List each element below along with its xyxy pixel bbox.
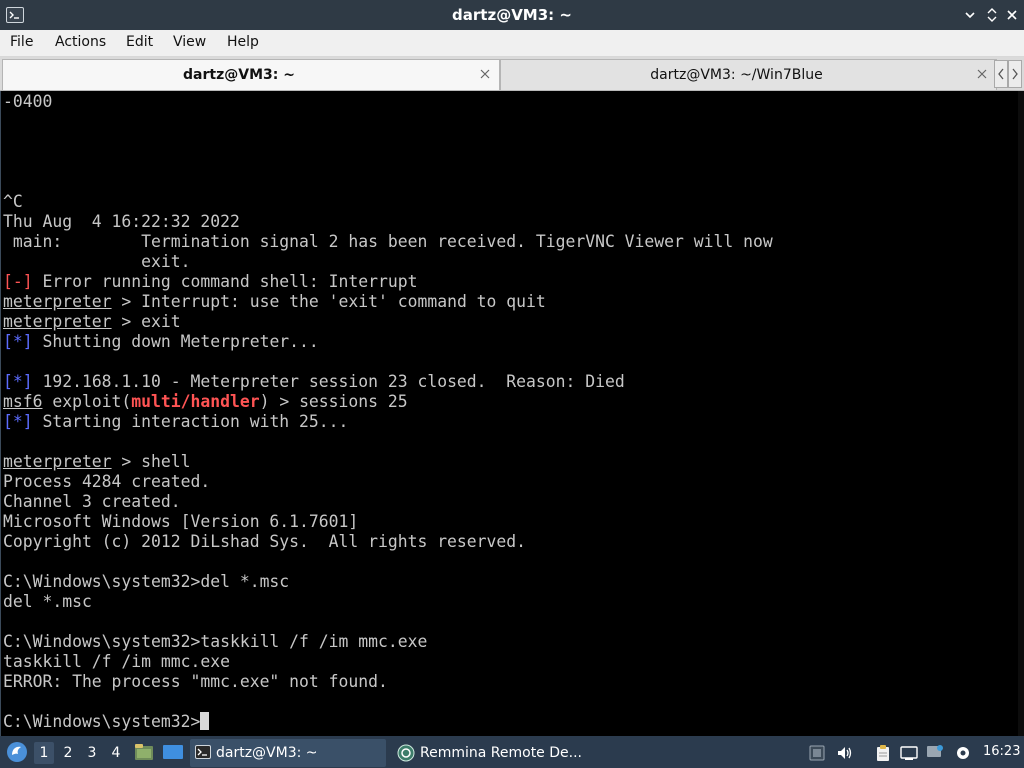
- terminal-line: taskkill /f /im mmc.exe: [3, 652, 230, 671]
- terminal-line: Copyright (c) 2012 DiLshad Sys. All righ…: [3, 532, 527, 551]
- menu-help[interactable]: Help: [227, 34, 259, 50]
- window-title: dartz@VM3: ~: [452, 6, 572, 24]
- tab-win7blue[interactable]: dartz@VM3: ~/Win7Blue: [500, 59, 997, 90]
- task-label: dartz@VM3: ~: [216, 745, 318, 761]
- meterpreter-prompt: meterpreter: [3, 312, 112, 331]
- terminal-line: ^C: [3, 192, 23, 211]
- terminal-line: [-] Error running command shell: Interru…: [3, 272, 417, 292]
- text-cursor: [200, 712, 210, 730]
- start-menu-icon[interactable]: [6, 741, 28, 763]
- line-text: > shell: [111, 452, 191, 471]
- menu-actions[interactable]: Actions: [55, 34, 106, 50]
- terminal-line: msf6 exploit(multi/handler) > sessions 2…: [3, 392, 408, 412]
- line-text: exploit(: [42, 392, 132, 411]
- tab-home[interactable]: dartz@VM3: ~: [2, 59, 500, 90]
- module-name: multi/handler: [131, 392, 260, 411]
- terminal-line: Thu Aug 4 16:22:32 2022: [3, 212, 240, 231]
- line-text: Error running command shell: Interrupt: [32, 272, 418, 291]
- menu-bar: File Actions Edit View Help: [0, 30, 1024, 57]
- terminal-scrollbar[interactable]: [1018, 91, 1024, 736]
- power-manager-icon[interactable]: [954, 744, 972, 762]
- close-tab-icon[interactable]: [479, 68, 491, 80]
- close-window-icon[interactable]: [1004, 7, 1020, 23]
- line-text: ) > sessions 25: [259, 392, 408, 411]
- show-desktop-icon[interactable]: [162, 744, 184, 760]
- network-icon[interactable]: [900, 744, 918, 762]
- tray-app-icon[interactable]: [808, 744, 826, 762]
- terminal-line: Channel 3 created.: [3, 492, 181, 511]
- tab-scroll-left-button[interactable]: [994, 60, 1008, 88]
- taskbar: 1 2 3 4 dartz@VM3: ~ Remmina Remote De..…: [0, 736, 1024, 768]
- line-text: 192.168.1.10 - Meterpreter session 23 cl…: [32, 372, 625, 391]
- terminal-line: Microsoft Windows [Version 6.1.7601]: [3, 512, 359, 531]
- terminal-line: meterpreter > exit: [3, 312, 181, 332]
- terminal-line: [*] Shutting down Meterpreter...: [3, 332, 319, 352]
- window-titlebar[interactable]: dartz@VM3: ~: [0, 0, 1024, 30]
- meterpreter-prompt: meterpreter: [3, 292, 112, 311]
- terminal-line: exit.: [3, 252, 191, 271]
- task-remmina[interactable]: Remmina Remote De...: [394, 739, 584, 767]
- terminal-line: [*] 192.168.1.10 - Meterpreter session 2…: [3, 372, 625, 392]
- workspace-2[interactable]: 2: [58, 742, 78, 764]
- tab-bar: dartz@VM3: ~ dartz@VM3: ~/Win7Blue: [0, 57, 1024, 91]
- volume-icon[interactable]: [836, 744, 854, 762]
- line-text: > Interrupt: use the 'exit' command to q…: [111, 292, 546, 311]
- menu-view[interactable]: View: [173, 34, 206, 50]
- chevron-right-icon: [1012, 68, 1018, 80]
- terminal-line: Process 4284 created.: [3, 472, 211, 491]
- notification-icon[interactable]: [926, 744, 944, 762]
- tab-label: dartz@VM3: ~: [183, 67, 295, 83]
- tab-label: dartz@VM3: ~/Win7Blue: [650, 67, 823, 83]
- clock[interactable]: 16:23: [983, 744, 1020, 759]
- error-tag: [-]: [3, 272, 33, 291]
- tab-scroll-right-button[interactable]: [1008, 60, 1022, 88]
- line-text: Shutting down Meterpreter...: [32, 332, 319, 351]
- maximize-icon[interactable]: [984, 7, 1000, 23]
- terminal-line: -0400: [3, 92, 53, 111]
- terminal-line: C:\Windows\system32>taskkill /f /im mmc.…: [3, 632, 428, 651]
- info-tag: [*]: [3, 372, 33, 391]
- workspace-1[interactable]: 1: [34, 742, 54, 764]
- task-terminal[interactable]: dartz@VM3: ~: [190, 739, 386, 767]
- menu-edit[interactable]: Edit: [126, 34, 153, 50]
- workspace-4[interactable]: 4: [106, 742, 126, 764]
- terminal-line: [*] Starting interaction with 25...: [3, 412, 348, 432]
- info-tag: [*]: [3, 412, 33, 431]
- menu-file[interactable]: File: [10, 34, 33, 50]
- chevron-left-icon: [998, 68, 1004, 80]
- terminal-line: ERROR: The process "mmc.exe" not found.: [3, 672, 388, 691]
- msf-prompt: msf6: [3, 392, 43, 411]
- terminal-line: del *.msc: [3, 592, 92, 611]
- clipboard-icon[interactable]: [874, 744, 892, 762]
- task-label: Remmina Remote De...: [420, 745, 582, 761]
- line-text: Starting interaction with 25...: [32, 412, 349, 431]
- minimize-icon[interactable]: [962, 7, 978, 23]
- terminal-prompt-line[interactable]: C:\Windows\system32>: [3, 712, 210, 732]
- remmina-icon: [397, 744, 415, 762]
- file-manager-icon[interactable]: [134, 743, 154, 761]
- terminal-output[interactable]: -0400 ^C Thu Aug 4 16:22:32 2022 main: T…: [0, 91, 1024, 736]
- terminal-line: meterpreter > shell: [3, 452, 191, 472]
- line-text: > exit: [111, 312, 181, 331]
- terminal-icon: [195, 745, 211, 759]
- terminal-line: meterpreter > Interrupt: use the 'exit' …: [3, 292, 546, 312]
- workspace-3[interactable]: 3: [82, 742, 102, 764]
- close-tab-icon[interactable]: [976, 68, 988, 80]
- cmd-prompt: C:\Windows\system32>: [3, 712, 201, 731]
- meterpreter-prompt: meterpreter: [3, 452, 112, 471]
- info-tag: [*]: [3, 332, 33, 351]
- terminal-line: main: Termination signal 2 has been rece…: [3, 232, 773, 251]
- terminal-line: C:\Windows\system32>del *.msc: [3, 572, 290, 591]
